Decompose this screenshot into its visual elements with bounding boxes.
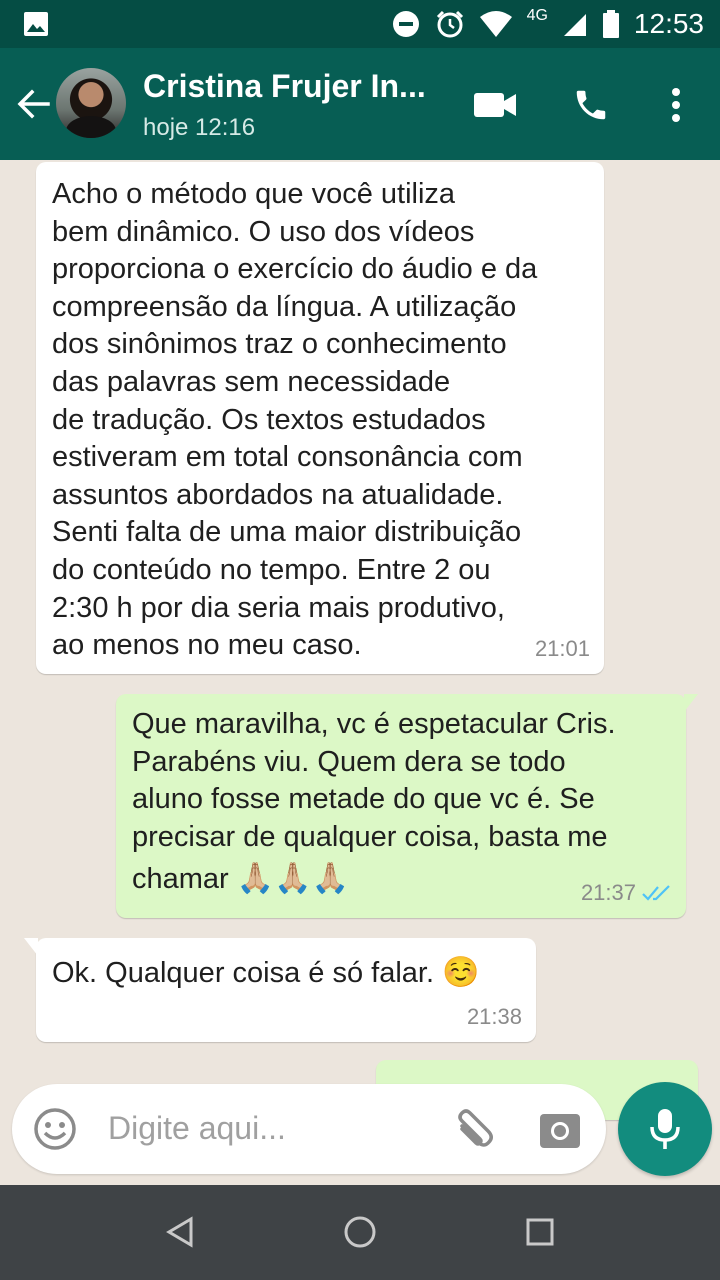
- praying-hands-emoji: 🙏🏼🙏🏼🙏🏼: [236, 862, 349, 896]
- nav-recents-icon: [526, 1218, 554, 1246]
- contact-avatar[interactable]: [56, 68, 126, 138]
- message-bubble-outgoing[interactable]: Que maravilha, vc é espetacular Cris. Pa…: [116, 694, 698, 918]
- system-nav-bar: [0, 1185, 720, 1280]
- message-time: 21:01: [534, 636, 590, 662]
- mic-icon: [650, 1109, 680, 1149]
- video-call-button[interactable]: [470, 80, 520, 130]
- status-bar: 4G 12:53: [0, 0, 720, 48]
- voice-call-button[interactable]: [566, 80, 616, 130]
- alarm-icon: [436, 10, 463, 38]
- message-time: 21:38: [466, 1004, 522, 1030]
- nav-back-icon: [166, 1216, 193, 1248]
- message-text-end: chamar: [132, 863, 229, 896]
- nav-recents-button[interactable]: [515, 1207, 565, 1257]
- video-call-icon: [474, 93, 516, 117]
- back-arrow-icon: [17, 89, 50, 119]
- nav-home-button[interactable]: [335, 1207, 385, 1257]
- battery-icon: [602, 10, 619, 38]
- last-seen: hoje 12:16: [143, 114, 256, 141]
- message-text: Que maravilha, vc é espetacular Cris. Pa…: [132, 708, 616, 853]
- message-line: Ok. Qualquer coisa é só falar. ☺️: [52, 954, 520, 993]
- gallery-notification-icon: [24, 12, 48, 36]
- message-input[interactable]: Digite aqui...: [108, 1110, 286, 1147]
- message-bubble-incoming[interactable]: Ok. Qualquer coisa é só falar. ☺️ 21:38: [24, 938, 536, 1042]
- do-not-disturb-icon: [392, 11, 419, 37]
- network-type: 4G: [526, 7, 548, 24]
- message-composer: Digite aqui...: [12, 1084, 606, 1174]
- bubble-tail: [684, 694, 698, 712]
- more-options-button[interactable]: [651, 80, 701, 130]
- message-meta: 21:01: [535, 630, 590, 668]
- message-bubble-incoming[interactable]: Acho o método que você utiliza bem dinâm…: [36, 162, 604, 674]
- nav-home-icon: [344, 1216, 376, 1248]
- message-meta: 21:37: [581, 874, 672, 912]
- wifi-icon: [479, 11, 512, 37]
- nav-back-button[interactable]: [155, 1207, 205, 1257]
- double-check-read-icon: [642, 885, 670, 901]
- message-text: Acho o método que você utiliza bem dinâm…: [52, 178, 538, 662]
- chat-header: Cristina Frujer In... hoje 12:16: [0, 48, 720, 160]
- message-time: 21:37: [580, 880, 636, 906]
- contact-name[interactable]: Cristina Frujer In...: [143, 68, 443, 105]
- camera-icon[interactable]: [538, 1108, 582, 1152]
- status-time: 12:53: [633, 8, 704, 39]
- smiling-face-emoji: ☺️: [442, 956, 480, 989]
- status-icons: 4G 12:53: [391, 0, 704, 48]
- attach-icon[interactable]: [448, 1106, 496, 1154]
- message-meta: 21:38: [467, 998, 522, 1036]
- phone-icon: [576, 90, 606, 120]
- mic-button[interactable]: [618, 1082, 712, 1176]
- message-text: Ok. Qualquer coisa é só falar.: [52, 957, 435, 989]
- bubble-tail: [24, 938, 38, 956]
- signal-icon: [563, 14, 586, 36]
- chat-area[interactable]: Acho o método que você utiliza bem dinâm…: [0, 160, 720, 1185]
- more-vert-icon: [672, 88, 680, 122]
- back-button[interactable]: [12, 82, 56, 126]
- emoji-icon[interactable]: [32, 1106, 78, 1152]
